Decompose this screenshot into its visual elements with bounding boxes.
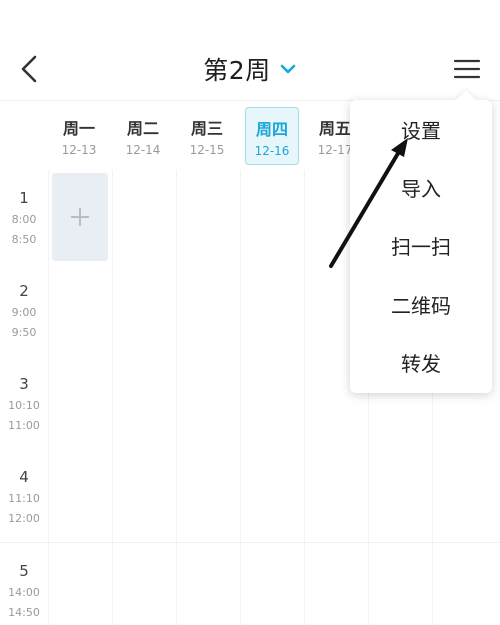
period-start: 14:00 xyxy=(8,586,40,599)
day-date: 12-15 xyxy=(189,143,225,157)
period-end: 9:50 xyxy=(11,326,37,339)
header-bar: 第2周 xyxy=(0,0,500,100)
period-start: 8:00 xyxy=(11,213,37,226)
period-end: 8:50 xyxy=(11,233,37,246)
menu-item-forward[interactable]: 转发 xyxy=(350,333,492,391)
menu-item-qrcode[interactable]: 二维码 xyxy=(350,275,492,333)
period-number: 4 xyxy=(19,468,29,486)
period-label: 2 9:00 9:50 xyxy=(0,279,48,343)
day-date: 12-16 xyxy=(254,144,290,158)
day-name: 周一 xyxy=(62,119,95,138)
period-start: 11:10 xyxy=(8,492,40,505)
period-label: 3 10:10 11:00 xyxy=(0,372,48,436)
add-course-button[interactable] xyxy=(52,173,108,261)
day-column-header[interactable]: 周一 12-13 xyxy=(52,107,106,165)
dropdown-menu: 设置 导入 扫一扫 二维码 转发 xyxy=(350,100,492,393)
grid-line xyxy=(240,170,241,625)
menu-item-settings[interactable]: 设置 xyxy=(350,100,492,158)
menu-item-scan[interactable]: 扫一扫 xyxy=(350,216,492,274)
day-column-header[interactable]: 周二 12-14 xyxy=(116,107,170,165)
page-title: 第2周 xyxy=(203,56,271,85)
period-start: 10:10 xyxy=(8,399,40,412)
period-end: 11:00 xyxy=(8,419,40,432)
grid-line xyxy=(304,170,305,625)
menu-button[interactable] xyxy=(450,52,484,86)
day-date: 12-13 xyxy=(61,143,97,157)
day-date: 12-14 xyxy=(125,143,161,157)
week-selector[interactable]: 第2周 xyxy=(0,50,500,88)
period-number: 2 xyxy=(19,282,29,300)
period-label: 5 14:00 14:50 xyxy=(0,559,48,623)
day-column-header[interactable]: 周三 12-15 xyxy=(180,107,234,165)
period-number: 1 xyxy=(19,189,29,207)
grid-line xyxy=(0,542,500,543)
menu-item-import[interactable]: 导入 xyxy=(350,158,492,216)
period-number: 5 xyxy=(19,562,29,580)
period-start: 9:00 xyxy=(11,306,37,319)
period-label: 4 11:10 12:00 xyxy=(0,465,48,529)
period-label: 1 8:00 8:50 xyxy=(0,186,48,250)
day-name: 周四 xyxy=(255,120,288,139)
grid-line xyxy=(112,170,113,625)
chevron-down-icon xyxy=(279,63,297,75)
day-name: 周二 xyxy=(126,119,159,138)
hamburger-menu-icon xyxy=(453,59,481,79)
period-end: 14:50 xyxy=(8,606,40,619)
plus-icon xyxy=(71,208,89,226)
day-name: 周三 xyxy=(190,119,223,138)
grid-line xyxy=(48,170,49,625)
day-column-header-today[interactable]: 周四 12-16 xyxy=(245,107,299,165)
grid-line xyxy=(176,170,177,625)
period-number: 3 xyxy=(19,375,29,393)
period-end: 12:00 xyxy=(8,512,40,525)
